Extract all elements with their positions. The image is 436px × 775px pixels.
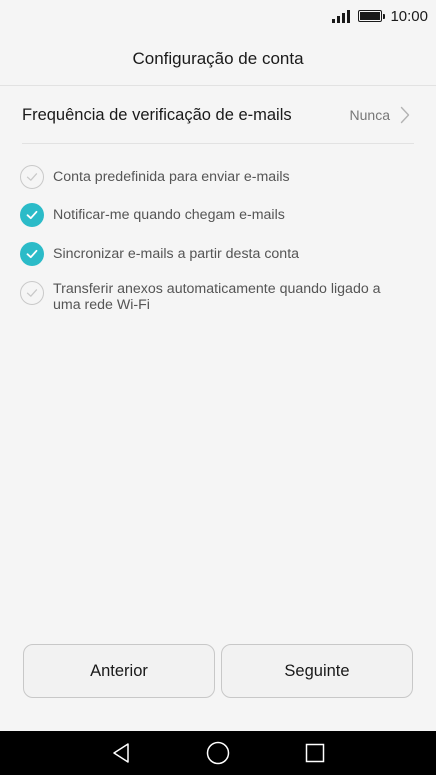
option-sync[interactable]: Sincronizar e-mails a partir desta conta bbox=[20, 242, 416, 266]
home-icon bbox=[206, 741, 230, 765]
check-frequency-row[interactable]: Frequência de verificação de e-mails Nun… bbox=[22, 87, 414, 144]
option-attachments-wifi[interactable]: Transferir anexos automaticamente quando… bbox=[20, 281, 396, 313]
status-icons: 10:00 bbox=[332, 6, 428, 26]
check-frequency-label: Frequência de verificação de e-mails bbox=[22, 105, 292, 124]
check-frequency-value-group: Nunca bbox=[350, 106, 414, 124]
back-icon bbox=[111, 742, 131, 764]
next-button[interactable]: Seguinte bbox=[221, 644, 413, 698]
previous-button[interactable]: Anterior bbox=[23, 644, 215, 698]
recents-button[interactable] bbox=[285, 731, 345, 775]
signal-icon bbox=[332, 9, 351, 23]
check-frequency-value: Nunca bbox=[349, 107, 390, 123]
chevron-right-icon bbox=[400, 106, 410, 124]
checkbox-unchecked-icon[interactable] bbox=[20, 165, 44, 189]
home-button[interactable] bbox=[188, 731, 248, 775]
option-label: Notificar-me quando chegam e-mails bbox=[53, 207, 285, 223]
option-label: Transferir anexos automaticamente quando… bbox=[53, 281, 381, 313]
checkbox-unchecked-icon[interactable] bbox=[20, 281, 44, 305]
status-bar: 10:00 bbox=[0, 0, 436, 32]
navigation-bar bbox=[0, 731, 436, 775]
clock: 10:00 bbox=[390, 7, 428, 25]
option-default-account[interactable]: Conta predefinida para enviar e-mails bbox=[20, 165, 416, 189]
checkbox-checked-icon[interactable] bbox=[20, 203, 44, 227]
title-bar: Configuração de conta bbox=[0, 32, 436, 86]
checkbox-checked-icon[interactable] bbox=[20, 242, 44, 266]
option-label: Conta predefinida para enviar e-mails bbox=[53, 169, 290, 185]
battery-icon bbox=[358, 10, 386, 22]
page-title: Configuração de conta bbox=[132, 48, 304, 68]
back-button[interactable] bbox=[91, 731, 151, 775]
option-notify[interactable]: Notificar-me quando chegam e-mails bbox=[20, 203, 416, 227]
option-label: Sincronizar e-mails a partir desta conta bbox=[53, 246, 300, 262]
action-buttons: Anterior Seguinte bbox=[23, 644, 413, 698]
recents-icon bbox=[305, 743, 325, 763]
